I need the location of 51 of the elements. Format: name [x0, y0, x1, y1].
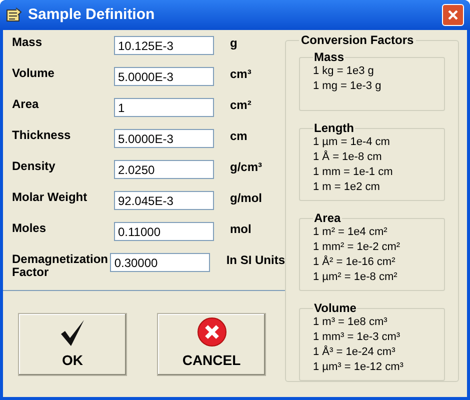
notepad-icon	[6, 7, 22, 23]
group-title: Length	[313, 121, 355, 135]
conversion-text: 1 m³ = 1e8 cm³	[313, 315, 388, 330]
conversion-text: 1 mm² = 1e-2 cm²	[313, 240, 402, 255]
unit-label: cm	[230, 129, 248, 144]
conversion-text: 1 m² = 1e4 cm²	[313, 225, 388, 240]
window-title: Sample Definition	[28, 4, 155, 25]
group-title: Area	[313, 211, 342, 225]
unit-label: cm³	[230, 67, 252, 82]
field-label: Density	[12, 160, 56, 173]
conversion-text: 1 mm³ = 1e-3 cm³	[313, 330, 402, 345]
unit-label: g/mol	[230, 191, 262, 206]
conversion-text: 1 Å = 1e-8 cm	[313, 150, 383, 165]
unit-label: g	[230, 36, 238, 51]
input-field[interactable]: 92.045E-3	[114, 191, 214, 210]
checkmark-icon	[60, 319, 86, 347]
cancel-button[interactable]: CANCEL	[157, 313, 266, 376]
group-title: Conversion Factors	[300, 32, 415, 49]
input-field[interactable]: 1	[114, 98, 214, 117]
field-label: Moles	[12, 222, 48, 235]
input-field[interactable]: 5.0000E-3	[114, 129, 214, 148]
unit-label: g/cm³	[230, 160, 262, 175]
group-title: Volume	[313, 301, 358, 315]
conversion-text: 1 µm³ = 1e-12 cm³	[313, 360, 404, 375]
conversion-text: 1 m = 1e2 cm	[313, 180, 381, 195]
field-label: Molar Weight	[12, 191, 88, 204]
input-field[interactable]: 10.125E-3	[114, 36, 214, 55]
conversion-text: 1 mg = 1e-3 g	[313, 79, 382, 94]
field-label: Area	[12, 98, 40, 111]
unit-label: mol	[230, 222, 252, 237]
ok-button[interactable]: OK	[18, 313, 127, 376]
close-icon	[447, 9, 459, 21]
conversion-text: 1 Å³ = 1e-24 cm³	[313, 345, 396, 360]
field-label: Thickness	[12, 129, 72, 142]
unit-label: cm²	[230, 98, 252, 113]
field-label: Mass	[12, 36, 44, 49]
conversion-text: 1 µm = 1e-4 cm	[313, 135, 391, 150]
conversion-text: 1 kg = 1e3 g	[313, 64, 375, 79]
group-title: Mass	[313, 50, 346, 64]
conversion-text: 1 mm = 1e-1 cm	[313, 165, 394, 180]
field-label: Volume	[12, 67, 56, 80]
conversion-text: 1 Å² = 1e-16 cm²	[313, 255, 396, 270]
cancel-icon	[196, 317, 226, 347]
input-field[interactable]: 5.0000E-3	[114, 67, 214, 86]
conversion-text: 1 µm² = 1e-8 cm²	[313, 270, 398, 285]
unit-label: In SI Units	[226, 253, 285, 268]
input-field[interactable]: 0.30000	[110, 253, 210, 272]
field-label: Demagnetization Factor	[12, 253, 110, 279]
input-field[interactable]: 0.11000	[114, 222, 214, 241]
input-field[interactable]: 2.0250	[114, 160, 214, 179]
close-button[interactable]	[442, 4, 464, 26]
